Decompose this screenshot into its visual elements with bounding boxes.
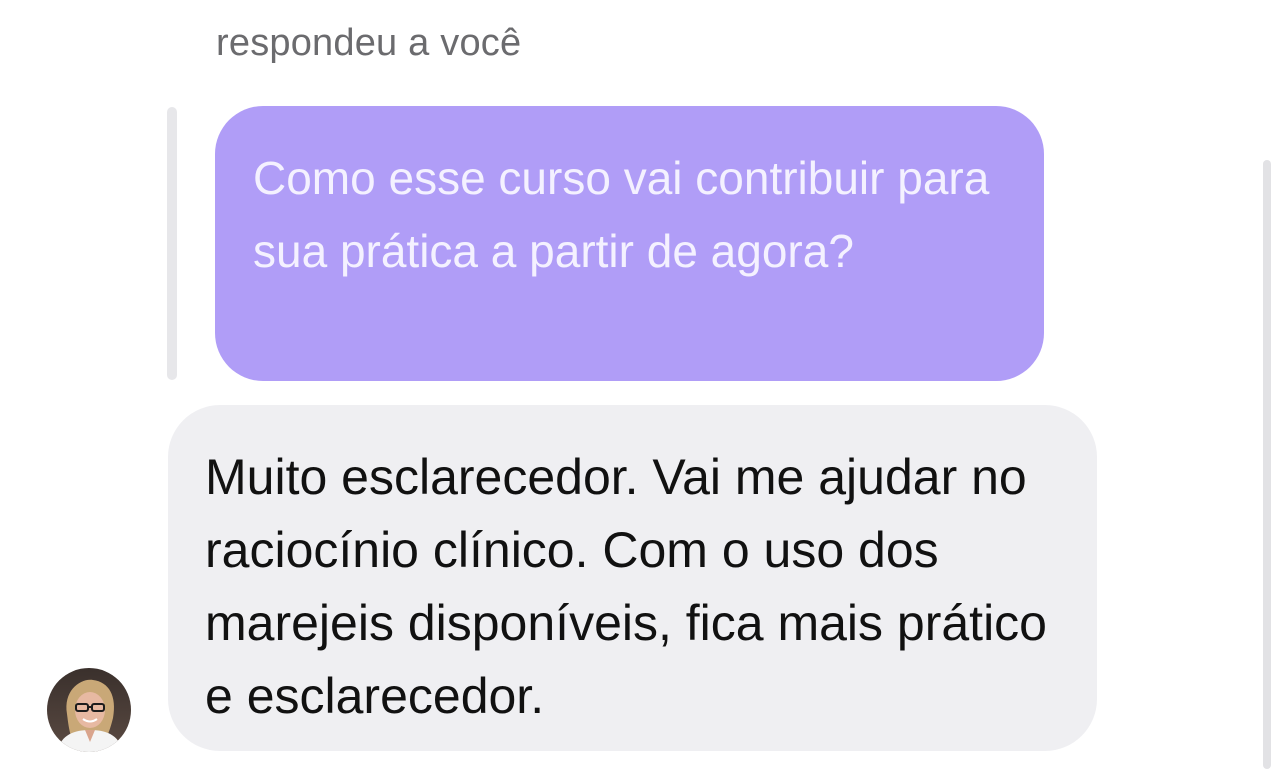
quoted-message-text: Como esse curso vai contribuir para sua …	[253, 152, 990, 277]
sender-avatar[interactable]	[47, 668, 131, 752]
quoted-message-bubble[interactable]: Como esse curso vai contribuir para sua …	[215, 106, 1044, 381]
scrollbar[interactable]	[1263, 160, 1271, 769]
chat-thread: respondeu a você Como esse curso vai con…	[0, 0, 1280, 769]
quote-indicator-bar	[167, 107, 177, 380]
reply-context-label: respondeu a você	[216, 22, 522, 64]
message-text: Muito esclarecedor. Vai me ajudar no rac…	[205, 449, 1047, 724]
profile-photo-icon	[47, 668, 131, 752]
message-bubble[interactable]: Muito esclarecedor. Vai me ajudar no rac…	[168, 405, 1097, 751]
